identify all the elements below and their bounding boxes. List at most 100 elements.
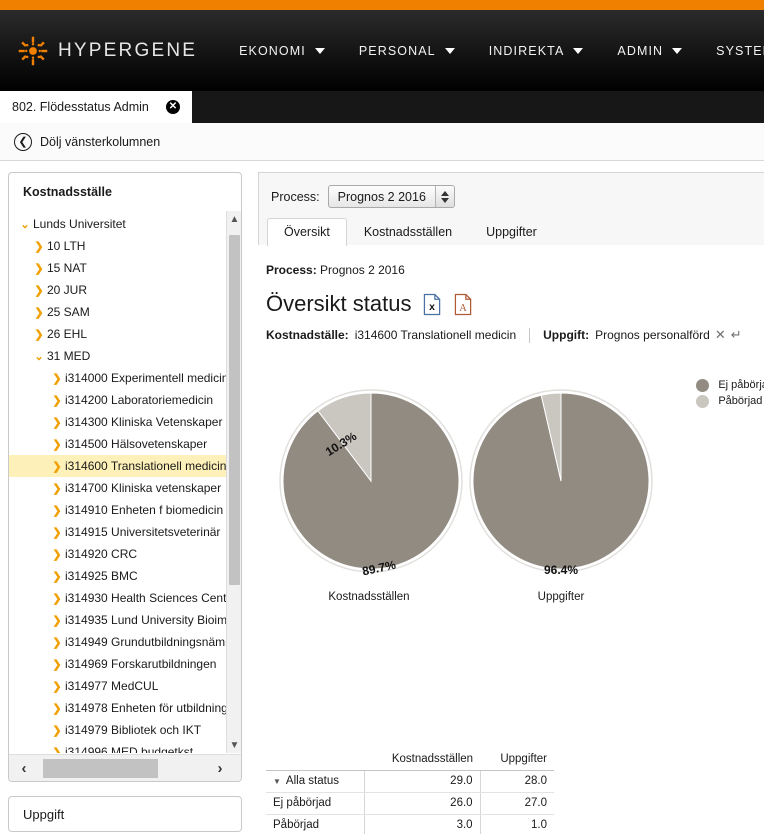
chevron-right-icon[interactable]: ❯ [49,658,65,671]
excel-export-icon[interactable]: x [423,293,442,316]
tree-item[interactable]: ❯ i314930 Health Sciences Centre [9,587,227,609]
tree-item[interactable]: ⌄ 31 MED [9,345,227,367]
expand-collapse-icon[interactable]: ▼ [273,777,281,786]
tree-item[interactable]: ❯ i314977 MedCUL [9,675,227,697]
app-tab-flodesstatus-admin[interactable]: 802. Flödesstatus Admin ✕ [0,91,192,123]
tree-vertical-scrollbar[interactable]: ▲ ▼ [226,211,241,753]
spinner-icon[interactable] [434,186,454,207]
nav-label: ADMIN [617,43,664,58]
chevron-right-icon[interactable]: ❯ [49,724,65,737]
tree-item[interactable]: ❯i314935 Lund University Bioimaging [9,609,227,631]
uppgift-panel[interactable]: Uppgift [8,796,242,832]
row-value-cell: 28.0 [480,770,554,793]
brand[interactable]: HYPERGENE [18,36,197,66]
scroll-right-icon[interactable]: › [207,755,233,781]
chevron-right-icon[interactable]: ❯ [31,328,47,341]
chevron-right-icon[interactable]: ❯ [49,548,65,561]
tree-item[interactable]: ❯ i314978 Enheten för utbildning [9,697,227,719]
legend-item-ej-paborjad: Ej påbörjad [696,377,764,393]
nav-item-admin[interactable]: ADMIN [617,43,683,58]
chevron-right-icon[interactable]: ❯ [31,240,47,253]
undo-icon[interactable]: ↵ [731,327,742,343]
tab-uppgifter[interactable]: Uppgifter [469,218,554,246]
chevron-right-icon[interactable]: ❯ [49,746,65,754]
tree-item[interactable]: ❯ i314300 Kliniska Vetenskaper [9,411,227,433]
process-echo-value: Prognos 2 2016 [320,263,405,277]
chevron-right-icon[interactable]: ❯ [49,460,65,473]
chevron-right-icon[interactable]: ❯ [31,306,47,319]
row-label-cell: ▼ Alla status [266,770,365,793]
hide-left-column-bar: ❮ Dölj vänsterkolumnen [0,123,764,161]
tree-item[interactable]: ❯ 26 EHL [9,323,227,345]
nav-item-system[interactable]: SYSTEM [716,44,764,58]
tree-item[interactable]: ❯ i314500 Hälsovetenskaper [9,433,227,455]
chevron-right-icon[interactable]: ❯ [49,394,65,407]
tree-item[interactable]: ❯ i314925 BMC [9,565,227,587]
horizontal-scroll-thumb[interactable] [43,759,158,778]
chevron-right-icon[interactable]: ❯ [49,636,65,649]
clear-filter-icon[interactable]: ✕ [715,327,726,343]
hide-left-column-link[interactable]: Dölj vänsterkolumnen [40,135,160,149]
process-select[interactable]: Prognos 2 2016 [327,185,455,208]
tree-item-label: i314600 Translationell medicin [65,459,227,473]
tree-item[interactable]: ❯ i314915 Universitetsveterinär [9,521,227,543]
pie-caption-uppgifter: Uppgifter [537,591,585,603]
chevron-right-icon[interactable]: ❯ [31,262,47,275]
tree-item[interactable]: ❯i314949 Grundutbildningsnämnden [9,631,227,653]
scroll-down-icon[interactable]: ▼ [227,737,241,753]
chevron-right-icon[interactable]: ❯ [49,680,65,693]
chevron-right-icon[interactable]: ❯ [49,438,65,451]
tree-item[interactable]: ❯ i314996 MED budgetkst [9,741,227,753]
nav-item-ekonomi[interactable]: EKONOMI [239,44,325,58]
tree-item[interactable]: ❯ i314979 Bibliotek och IKT [9,719,227,741]
chevron-right-icon[interactable]: ❯ [49,482,65,495]
vertical-scroll-thumb[interactable] [229,235,240,585]
chevron-right-icon[interactable]: ❯ [49,570,65,583]
tree-item[interactable]: ❯ i314910 Enheten f biomedicin [9,499,227,521]
chevron-right-icon[interactable]: ❯ [49,614,65,627]
tree-item[interactable]: ❯ 25 SAM [9,301,227,323]
tree-horizontal-scrollbar[interactable]: ‹ › [9,754,241,781]
uppgift-panel-label: Uppgift [23,806,65,822]
tree-item[interactable]: ❯ i314920 CRC [9,543,227,565]
chevron-right-icon[interactable]: ❯ [49,372,65,385]
tree-item[interactable]: ⌄ Lunds Universitet [9,213,227,235]
overview-content: Process: Prognos 2 2016 Översikt status … [258,245,764,834]
back-arrow-circle-icon[interactable]: ❮ [14,132,32,151]
chevron-right-icon[interactable]: ❯ [31,284,47,297]
table-row[interactable]: Påbörjad 3.0 1.0 [266,814,554,834]
nav-item-indirekta[interactable]: INDIREKTA [489,44,584,58]
tree-item[interactable]: ❯ i314200 Laboratoriemedicin [9,389,227,411]
scroll-left-icon[interactable]: ‹ [11,755,37,781]
chevron-right-icon[interactable]: ❯ [49,592,65,605]
brand-name: HYPERGENE [58,39,198,61]
chevron-right-icon[interactable]: ❯ [49,416,65,429]
tree-item[interactable]: ❯ 10 LTH [9,235,227,257]
nav-item-personal[interactable]: PERSONAL [359,44,455,58]
cost-center-label: Kostnadställe: [266,328,349,342]
tree-item[interactable]: ❯ i314969 Forskarutbildningen [9,653,227,675]
scroll-up-icon[interactable]: ▲ [227,211,241,227]
tree-item-label: i314920 CRC [65,547,138,561]
tree-item[interactable]: ❯ i314700 Kliniska vetenskaper [9,477,227,499]
chevron-right-icon[interactable]: ❯ [49,702,65,715]
chevron-right-icon[interactable]: ❯ [49,504,65,517]
close-icon[interactable]: ✕ [166,100,180,114]
tree-item[interactable]: ❯ i314000 Experimentell medicin [9,367,227,389]
process-echo-label: Process: [266,263,317,277]
tree-item[interactable]: ❯ i314600 Translationell medicin [9,455,227,477]
content-tabs: Översikt Kostnadsställen Uppgifter [259,218,554,246]
tab-label: Kostnadsställen [363,225,453,239]
tree-item[interactable]: ❯ 20 JUR [9,279,227,301]
table-row[interactable]: ▼ Alla status 29.0 28.0 [266,770,554,793]
row-label-cell: Påbörjad [266,814,365,834]
row-label: Påbörjad [273,819,320,831]
tab-kostnadsstallen[interactable]: Kostnadsställen [347,218,469,246]
chevron-down-icon[interactable]: ⌄ [17,218,33,231]
tree-item[interactable]: ❯ 15 NAT [9,257,227,279]
pdf-export-icon[interactable]: A [454,293,473,316]
chevron-right-icon[interactable]: ❯ [49,526,65,539]
chevron-down-icon[interactable]: ⌄ [31,350,47,363]
tab-oversikt[interactable]: Översikt [267,218,347,246]
table-row[interactable]: Ej påbörjad 26.0 27.0 [266,792,554,815]
